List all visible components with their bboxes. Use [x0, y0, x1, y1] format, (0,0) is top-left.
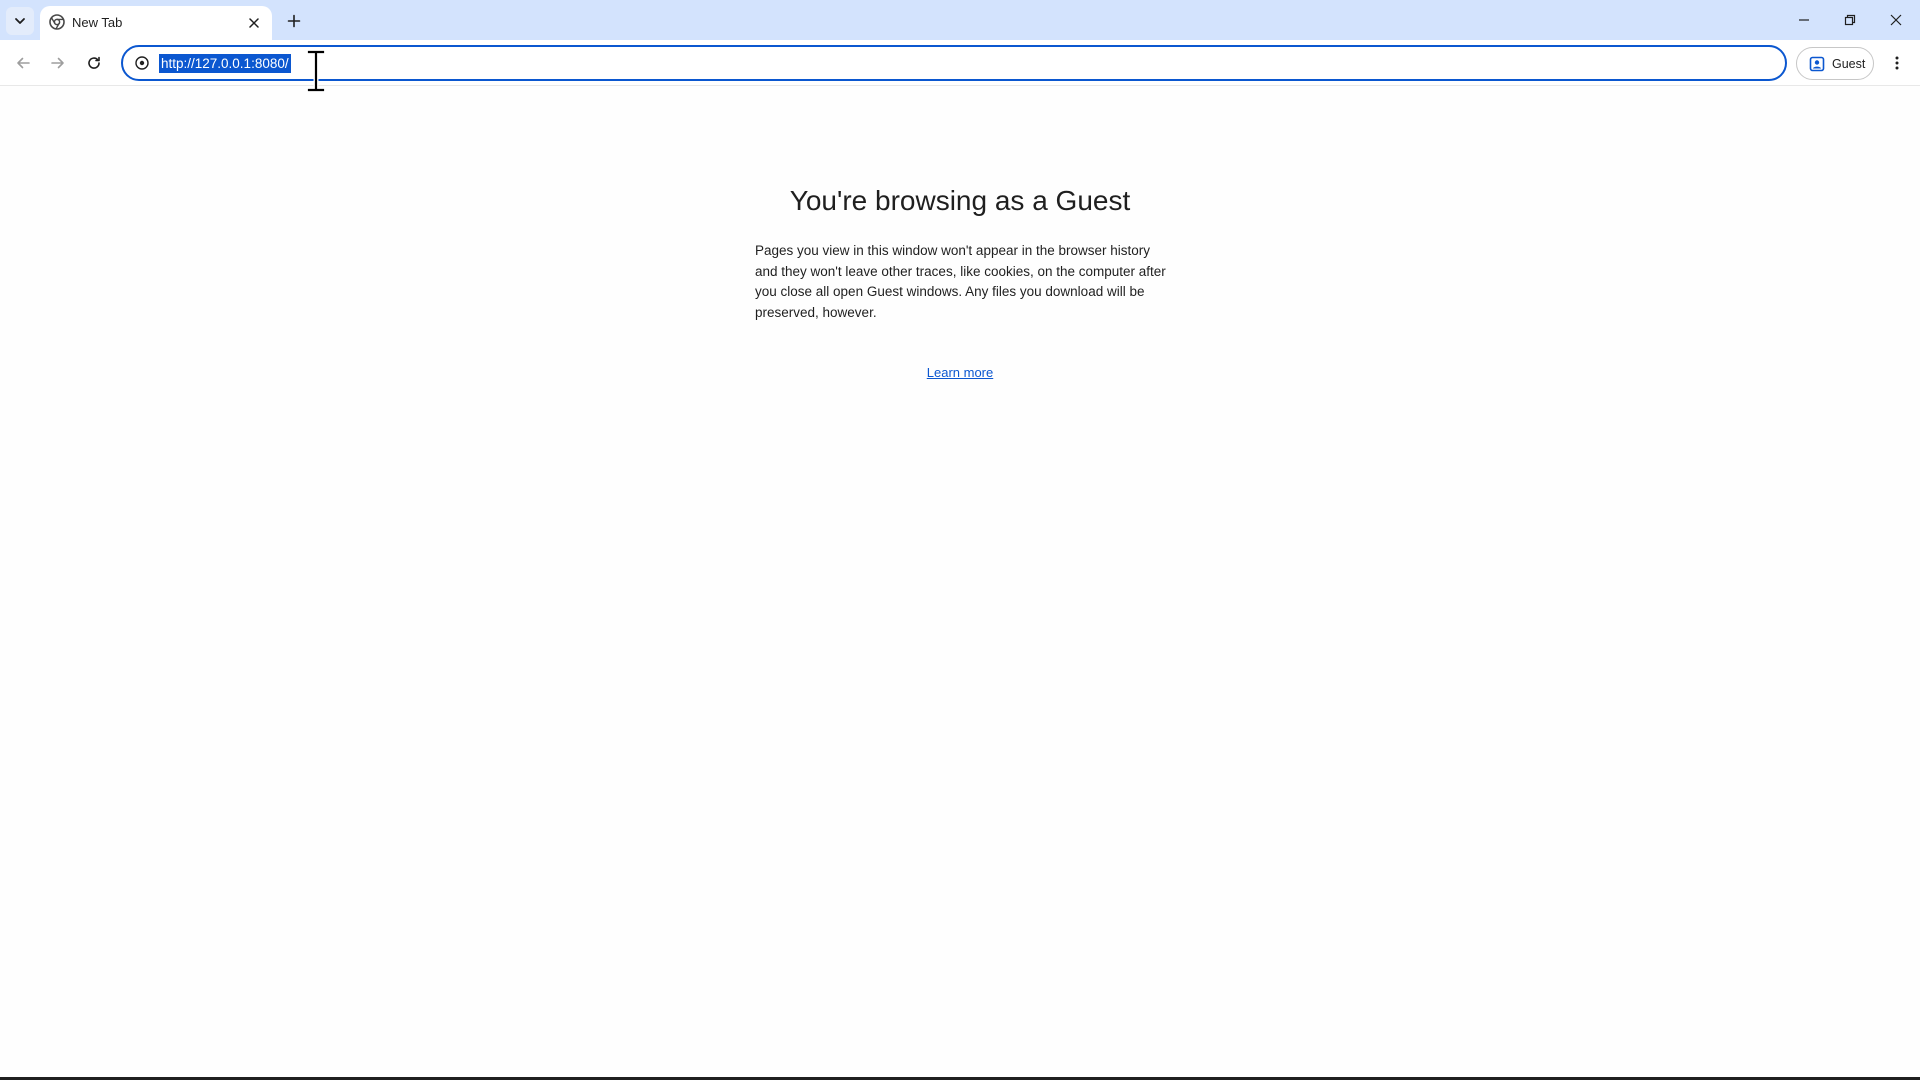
guest-profile-icon — [1809, 56, 1825, 72]
chrome-icon — [49, 14, 65, 30]
minimize-button[interactable] — [1781, 0, 1827, 40]
reload-button[interactable] — [78, 47, 110, 79]
tab-close-button[interactable] — [244, 13, 264, 33]
restore-icon — [1844, 14, 1856, 26]
address-bar[interactable]: http://127.0.0.1:8080/ — [121, 45, 1787, 81]
site-info-button[interactable] — [133, 54, 151, 72]
learn-more-container: Learn more — [0, 365, 1920, 380]
chevron-down-icon — [15, 18, 25, 24]
guest-page: You're browsing as a Guest Pages you vie… — [0, 87, 1920, 1077]
info-icon — [135, 56, 149, 70]
arrow-right-icon — [51, 57, 64, 69]
restore-button[interactable] — [1827, 0, 1873, 40]
minimize-icon — [1799, 19, 1809, 21]
profile-label: Guest — [1832, 57, 1866, 71]
close-icon — [249, 18, 259, 28]
tab-strip: New Tab — [0, 0, 1920, 40]
tab-search-button[interactable] — [6, 7, 34, 35]
tab-title: New Tab — [72, 15, 123, 30]
learn-more-link[interactable]: Learn more — [927, 365, 993, 380]
close-window-button[interactable] — [1873, 0, 1919, 40]
reload-icon — [88, 56, 100, 69]
forward-button[interactable] — [42, 47, 74, 79]
tab-new-tab[interactable]: New Tab — [40, 6, 272, 40]
url-input[interactable]: http://127.0.0.1:8080/ — [159, 54, 291, 73]
close-icon — [1890, 14, 1902, 26]
back-button[interactable] — [7, 47, 39, 79]
text-cursor-icon — [306, 50, 326, 92]
new-tab-button[interactable] — [280, 7, 308, 35]
profile-button[interactable]: Guest — [1796, 47, 1874, 80]
plus-icon — [287, 14, 301, 28]
arrow-left-icon — [17, 57, 30, 69]
browser-menu-button[interactable] — [1882, 47, 1912, 79]
page-description: Pages you view in this window won't appe… — [755, 243, 1166, 320]
page-title: You're browsing as a Guest — [789, 185, 1131, 216]
browser-toolbar: http://127.0.0.1:8080/ Guest — [0, 40, 1920, 86]
kebab-menu-icon — [1895, 56, 1899, 70]
